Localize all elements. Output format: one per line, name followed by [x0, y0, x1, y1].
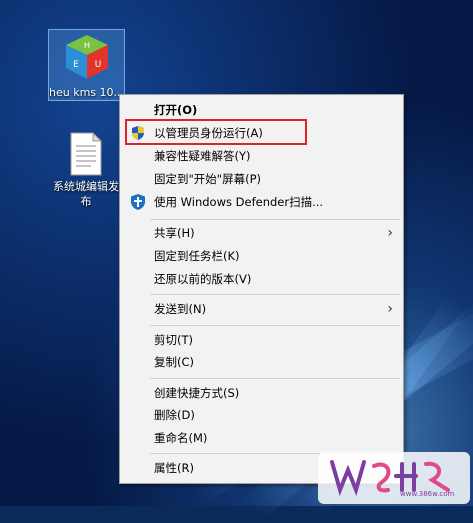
menu-item-send-to[interactable]: 发送到(N) ›	[120, 298, 403, 320]
svg-text:U: U	[94, 60, 101, 70]
highlight-box	[125, 119, 307, 145]
menu-item-label: 发送到(N)	[154, 302, 207, 316]
menu-item-label: 共享(H)	[154, 226, 195, 240]
chevron-right-icon: ›	[387, 225, 393, 241]
menu-item-label: 打开(O)	[154, 103, 198, 117]
menu-separator	[150, 294, 400, 295]
watermark-logo: www.386w.com	[318, 452, 470, 504]
menu-item-rename[interactable]: 重命名(M)	[120, 427, 403, 449]
svg-text:E: E	[73, 60, 79, 70]
menu-item-share[interactable]: 共享(H) ›	[120, 222, 403, 244]
menu-item-copy[interactable]: 复制(C)	[120, 351, 403, 373]
menu-item-label: 还原以前的版本(V)	[154, 272, 252, 286]
menu-item-pin-to-start[interactable]: 固定到"开始"屏幕(P)	[120, 168, 403, 190]
menu-item-compat-troubleshoot[interactable]: 兼容性疑难解答(Y)	[120, 145, 403, 167]
menu-item-pin-to-taskbar[interactable]: 固定到任务栏(K)	[120, 245, 403, 267]
menu-item-label: 兼容性疑难解答(Y)	[154, 149, 251, 163]
chevron-right-icon: ›	[387, 301, 393, 317]
menu-item-label: 属性(R)	[154, 461, 194, 475]
menu-item-cut[interactable]: 剪切(T)	[120, 329, 403, 351]
text-file-icon	[70, 131, 103, 176]
menu-item-restore-versions[interactable]: 还原以前的版本(V)	[120, 268, 403, 290]
menu-item-label: 固定到"开始"屏幕(P)	[154, 172, 261, 186]
rubik-cube-icon: H E U	[65, 35, 108, 79]
menu-item-label: 固定到任务栏(K)	[154, 249, 240, 263]
menu-item-label: 删除(D)	[154, 408, 195, 422]
menu-item-label: 复制(C)	[154, 355, 195, 369]
desktop-icon-heu-kms[interactable]: H E U heu kms 10...	[48, 29, 125, 101]
watermark-url: www.386w.com	[400, 490, 455, 498]
desktop-icon-label: 系统城编辑发布	[53, 180, 119, 208]
defender-shield-icon	[131, 194, 145, 210]
menu-item-label: 剪切(T)	[154, 333, 193, 347]
menu-item-open[interactable]: 打开(O)	[120, 99, 403, 121]
menu-item-create-shortcut[interactable]: 创建快捷方式(S)	[120, 382, 403, 404]
context-menu: 打开(O) 以管理员身份运行(A) 兼容性疑难解答(Y) 固定到"开始"屏幕(P…	[119, 94, 404, 484]
menu-item-label: 重命名(M)	[154, 431, 208, 445]
menu-item-label: 创建快捷方式(S)	[154, 386, 240, 400]
menu-separator	[150, 378, 400, 379]
menu-separator	[150, 325, 400, 326]
desktop-icon-document[interactable]: 系统城编辑发布	[48, 131, 124, 222]
menu-separator	[150, 219, 400, 220]
menu-item-delete[interactable]: 删除(D)	[120, 404, 403, 426]
desktop-icon-label: heu kms 10...	[49, 86, 125, 99]
svg-text:H: H	[83, 41, 89, 50]
menu-item-defender-scan[interactable]: 使用 Windows Defender扫描...	[120, 191, 403, 213]
menu-item-label: 使用 Windows Defender扫描...	[154, 195, 324, 209]
